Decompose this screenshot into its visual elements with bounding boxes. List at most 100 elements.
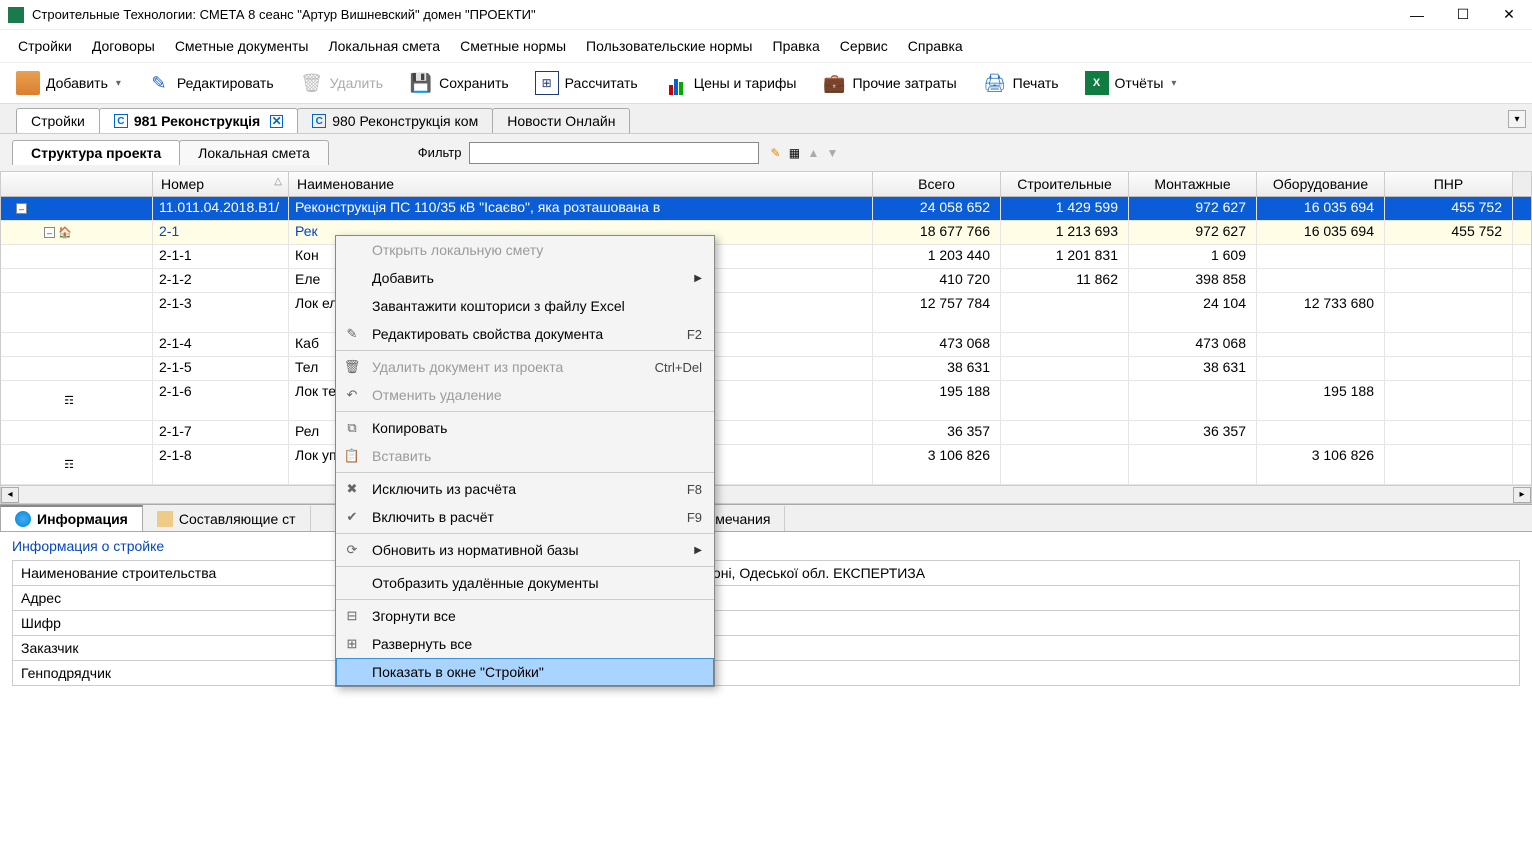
- table-row[interactable]: ☶2-1-6Лок тел195 188195 188: [1, 381, 1531, 421]
- header-tree-col: [1, 172, 153, 196]
- data-grid: Номер△ Наименование Всего Строительные М…: [0, 171, 1532, 504]
- tab-components[interactable]: Составляющие ст: [143, 505, 311, 531]
- header-name[interactable]: Наименование: [289, 172, 873, 196]
- cell-mount: 36 357: [1129, 421, 1257, 444]
- context-item[interactable]: ✔Включить в расчётF9: [336, 503, 714, 531]
- table-row[interactable]: 2-1-3Лок еле12 757 78424 10412 733 680: [1, 293, 1531, 333]
- menu-справка[interactable]: Справка: [898, 34, 973, 58]
- menu-label: Включить в расчёт: [372, 509, 677, 525]
- menu-правка[interactable]: Правка: [763, 34, 830, 58]
- cell-mount: 24 104: [1129, 293, 1257, 332]
- header-mounting[interactable]: Монтажные: [1129, 172, 1257, 196]
- save-icon: 💾: [409, 71, 433, 95]
- menu-icon: ⧉: [342, 419, 362, 437]
- reports-button[interactable]: X Отчёты ▾: [1081, 69, 1181, 97]
- cell-name: Реконструкція ПС 110/35 кВ "Ісаєво", яка…: [289, 197, 873, 220]
- scroll-left-icon[interactable]: ◂: [1, 487, 19, 503]
- header-pnr[interactable]: ПНР: [1385, 172, 1513, 196]
- prices-label: Цены и тарифы: [694, 75, 797, 91]
- table-row[interactable]: 2-1-1Кон1 203 4401 201 8311 609: [1, 245, 1531, 269]
- print-label: Печать: [1013, 75, 1059, 91]
- tabs-dropdown[interactable]: ▾: [1508, 110, 1526, 128]
- context-item[interactable]: ⊞Развернуть все: [336, 630, 714, 658]
- info-row: ЗаказчикАТ «Одесаобленерго»: [13, 636, 1519, 661]
- tab-structure[interactable]: Структура проекта: [12, 140, 180, 165]
- cell-total: 18 677 766: [873, 221, 1001, 244]
- header-total[interactable]: Всего: [873, 172, 1001, 196]
- menu-договоры[interactable]: Договоры: [82, 34, 165, 58]
- table-row[interactable]: 2-1-7Рел36 35736 357: [1, 421, 1531, 445]
- cell-pnr: [1385, 293, 1513, 332]
- tab-label: Новости Онлайн: [507, 113, 615, 129]
- cell-total: 12 757 784: [873, 293, 1001, 332]
- cell-total: 38 631: [873, 357, 1001, 380]
- save-button[interactable]: 💾 Сохранить: [405, 69, 513, 97]
- table-row[interactable]: ☶2-1-8Лок упр3 106 8263 106 826: [1, 445, 1531, 485]
- menu-label: Згорнути все: [372, 608, 702, 624]
- menu-label: Открыть локальную смету: [372, 242, 702, 258]
- menu-стройки[interactable]: Стройки: [8, 34, 82, 58]
- menu-сервис[interactable]: Сервис: [830, 34, 898, 58]
- context-item[interactable]: ⧉ Копировать: [336, 411, 714, 442]
- calculate-button[interactable]: ⊞ Рассчитать: [531, 69, 642, 97]
- collapse-icon[interactable]: –: [16, 203, 27, 214]
- arrow-up-icon[interactable]: ▲: [805, 145, 821, 161]
- context-item[interactable]: ✖Исключить из расчётаF8: [336, 472, 714, 503]
- context-item[interactable]: Отобразить удалённые документы: [336, 566, 714, 597]
- edit-button[interactable]: ✎ Редактировать: [143, 69, 278, 97]
- other-costs-button[interactable]: 💼 Прочие затраты: [818, 69, 960, 97]
- context-item[interactable]: ⊟Згорнути все: [336, 599, 714, 630]
- table-row[interactable]: –🏠2-1Рек18 677 7661 213 693972 62716 035…: [1, 221, 1531, 245]
- context-item[interactable]: Завантажити кошториси з файлу Excel: [336, 292, 714, 320]
- add-button[interactable]: Добавить ▾: [12, 69, 125, 97]
- tab-news[interactable]: Новости Онлайн: [492, 108, 630, 133]
- menu-label: Удалить документ из проекта: [372, 359, 645, 375]
- filter-clear-icon[interactable]: ✎: [767, 145, 783, 161]
- color-grid-icon[interactable]: ▦: [786, 145, 802, 161]
- doc-icon: C: [114, 114, 128, 128]
- tab-stroyki[interactable]: Стройки: [16, 108, 100, 133]
- menu-icon: ✖: [342, 480, 362, 498]
- header-equipment[interactable]: Оборудование: [1257, 172, 1385, 196]
- collapse-icon[interactable]: –: [44, 227, 55, 238]
- tab-980[interactable]: C 980 Реконструкція ком: [297, 108, 493, 133]
- info-row: Шифр: [13, 611, 1519, 636]
- context-item[interactable]: ⟳Обновить из нормативной базы▶: [336, 533, 714, 564]
- minimize-button[interactable]: —: [1394, 0, 1440, 30]
- menu-сметные нормы[interactable]: Сметные нормы: [450, 34, 576, 58]
- delete-icon: 🗑: [300, 71, 324, 95]
- context-item[interactable]: Добавить▶: [336, 264, 714, 292]
- cell-total: 1 203 440: [873, 245, 1001, 268]
- close-button[interactable]: ✕: [1486, 0, 1532, 30]
- menu-пользовательские нормы[interactable]: Пользовательские нормы: [576, 34, 762, 58]
- menu-локальная смета[interactable]: Локальная смета: [318, 34, 450, 58]
- header-number[interactable]: Номер△: [153, 172, 289, 196]
- cell-num: 2-1-2: [153, 269, 289, 292]
- context-item[interactable]: ✎Редактировать свойства документаF2: [336, 320, 714, 348]
- other-costs-label: Прочие затраты: [852, 75, 956, 91]
- print-button[interactable]: 🖨 Печать: [979, 69, 1063, 97]
- maximize-button[interactable]: ☐: [1440, 0, 1486, 30]
- cell-mount: 473 068: [1129, 333, 1257, 356]
- header-construction[interactable]: Строительные: [1001, 172, 1129, 196]
- prices-button[interactable]: Цены и тарифы: [660, 69, 801, 97]
- table-row[interactable]: 2-1-4Каб473 068473 068: [1, 333, 1531, 357]
- arrow-down-icon[interactable]: ▼: [824, 145, 840, 161]
- cell-num: 11.011.04.2018.В1/: [153, 197, 289, 220]
- submenu-arrow-icon: ▶: [694, 273, 702, 284]
- table-row[interactable]: 2-1-5Тел38 63138 631: [1, 357, 1531, 381]
- menu-сметные документы[interactable]: Сметные документы: [165, 34, 319, 58]
- close-icon[interactable]: ✕: [270, 115, 283, 128]
- menu-label: Копировать: [372, 420, 702, 436]
- filter-input[interactable]: [469, 142, 759, 164]
- grid-body: –C11.011.04.2018.В1/Реконструкція ПС 110…: [1, 197, 1531, 485]
- tab-981[interactable]: C 981 Реконструкція ✕: [99, 108, 298, 133]
- tab-local-estimate[interactable]: Локальная смета: [179, 140, 329, 165]
- document-tabs: Стройки C 981 Реконструкція ✕ C 980 Реко…: [0, 104, 1532, 134]
- tab-information[interactable]: Информация: [0, 505, 143, 531]
- scroll-right-icon[interactable]: ▸: [1513, 487, 1531, 503]
- table-row[interactable]: –C11.011.04.2018.В1/Реконструкція ПС 110…: [1, 197, 1531, 221]
- horizontal-scrollbar[interactable]: ◂ ▸: [1, 485, 1531, 503]
- context-item[interactable]: Показать в окне "Стройки": [336, 658, 714, 686]
- table-row[interactable]: 2-1-2Еле410 72011 862398 858: [1, 269, 1531, 293]
